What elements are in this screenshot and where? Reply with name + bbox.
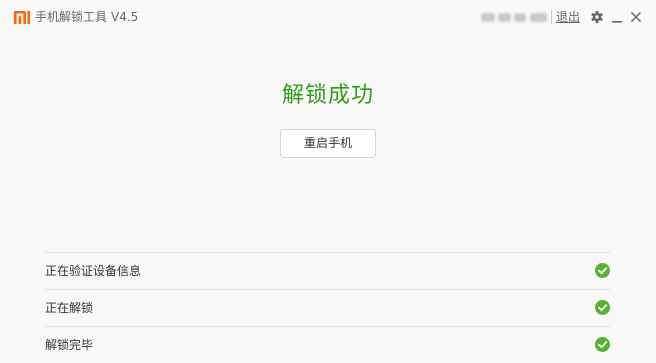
mi-logo-icon	[14, 11, 30, 24]
step-label: 正在解锁	[45, 301, 94, 315]
step-row: 解锁完毕	[45, 326, 610, 363]
step-label: 正在验证设备信息	[45, 264, 142, 278]
user-account-id	[481, 13, 547, 22]
app-title: 手机解锁工具	[35, 10, 108, 24]
check-circle-icon	[595, 300, 610, 315]
app-version: V4.5	[111, 10, 139, 24]
check-circle-icon	[595, 337, 610, 352]
minimize-icon[interactable]	[610, 10, 624, 24]
restart-phone-button[interactable]: 重启手机	[280, 129, 376, 158]
progress-steps-list: 正在验证设备信息 正在解锁 解锁完毕	[45, 252, 610, 363]
title-bar: 手机解锁工具 V4.5 退出	[0, 0, 656, 34]
step-row: 正在验证设备信息	[45, 252, 610, 289]
title-separator	[551, 10, 552, 24]
step-label: 解锁完毕	[45, 338, 94, 352]
check-circle-icon	[595, 263, 610, 278]
close-icon[interactable]	[629, 10, 643, 24]
settings-icon[interactable]	[590, 10, 604, 24]
unlock-success-title: 解锁成功	[281, 83, 374, 108]
logout-link[interactable]: 退出	[556, 9, 580, 25]
step-row: 正在解锁	[45, 289, 610, 326]
